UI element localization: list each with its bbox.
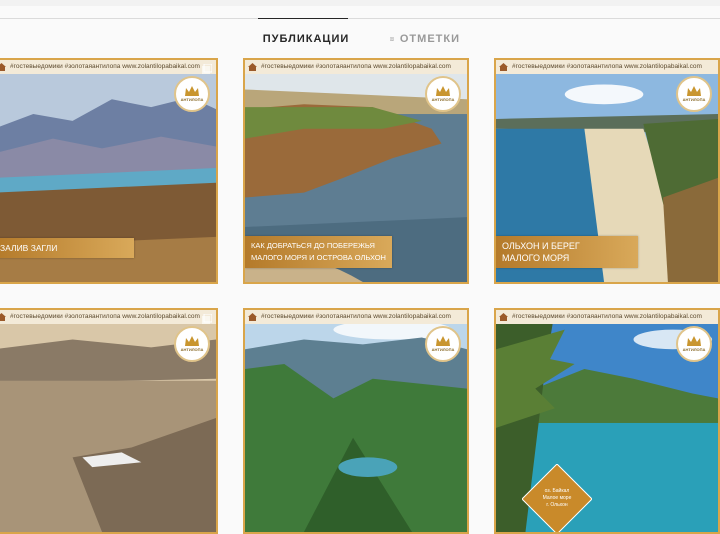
hashtag-text: #гостевыедомики #золотаяантилопа www.zol… [512,313,702,320]
post-tile[interactable]: #гостевыедомики #золотаяантилопа www.zol… [0,308,218,534]
brand-logo: АНТИЛОПА [425,76,461,112]
brand-logo: АНТИЛОПА [425,326,461,362]
post-tile[interactable]: #гостевыедомики #золотаяантилопа www.zol… [494,308,720,534]
tab-tagged-label: ОТМЕТКИ [399,33,460,45]
house-icon [0,313,6,321]
hashtag-bar: #гостевыедомики #золотаяантилопа www.zol… [0,60,216,74]
house-icon [499,313,508,321]
hashtag-text: #гостевыедомики #золотаяантилопа www.zol… [10,313,200,320]
house-icon [248,63,257,71]
post-caption: ОЛЬХОН И БЕРЕГ МАЛОГО МОРЯ [496,236,638,268]
crown-icon [185,86,199,96]
post-tile[interactable]: #гостевыедомики #золотаяантилопа www.zol… [0,58,218,284]
brand-logo: АНТИЛОПА [174,76,210,112]
crown-icon [687,86,701,96]
logo-text: АНТИЛОПА [431,347,455,352]
hashtag-text: #гостевыедомики #золотаяантилопа www.zol… [10,63,200,70]
post-caption: КАК ДОБРАТЬСЯ ДО ПОБЕРЕЖЬЯ МАЛОГО МОРЯ И… [245,236,392,268]
house-icon [248,313,257,321]
tab-publications-label: ПУБЛИКАЦИИ [262,33,350,45]
location-badge-text: оз. Байкал Малое море г. Ольхон [542,488,572,508]
hashtag-text: #гостевыедомики #золотаяантилопа www.zol… [261,63,451,70]
logo-text: АНТИЛОПА [682,347,706,352]
logo-text: АНТИЛОПА [431,97,455,102]
tab-tagged[interactable]: ОТМЕТКИ [390,19,460,59]
header-strip [0,0,720,6]
hashtag-text: #гостевыедомики #золотаяантилопа www.zol… [261,313,451,320]
post-caption: ЗАЛИВ ЗАГЛИ [0,238,134,258]
crown-icon [185,336,199,346]
crown-icon [687,336,701,346]
hashtag-bar: #гостевыедомики #золотаяантилопа www.zol… [245,60,467,74]
brand-logo: АНТИЛОПА [174,326,210,362]
tab-publications[interactable]: ПУБЛИКАЦИИ [258,18,348,59]
post-tile[interactable]: #гостевыедомики #золотаяантилопа www.zol… [494,58,720,284]
carousel-icon [202,64,212,74]
logo-text: АНТИЛОПА [180,347,204,352]
hashtag-bar: #гостевыедомики #золотаяантилопа www.zol… [496,60,718,74]
hashtag-bar: #гостевыедомики #золотаяантилопа www.zol… [245,310,467,324]
hashtag-bar: #гостевыедомики #золотаяантилопа www.zol… [496,310,718,324]
house-icon [0,63,6,71]
logo-text: АНТИЛОПА [180,97,204,102]
hashtag-text: #гостевыедомики #золотаяантилопа www.zol… [512,63,702,70]
tag-icon [390,37,394,41]
brand-logo: АНТИЛОПА [676,76,712,112]
brand-logo: АНТИЛОПА [676,326,712,362]
house-icon [499,63,508,71]
post-tile[interactable]: #гостевыедомики #золотаяантилопа www.zol… [243,58,469,284]
carousel-icon [202,314,212,324]
crown-icon [436,336,450,346]
profile-tabs: ПУБЛИКАЦИИ ОТМЕТКИ [0,18,720,59]
logo-text: АНТИЛОПА [682,97,706,102]
hashtag-bar: #гостевыедомики #золотаяантилопа www.zol… [0,310,216,324]
post-tile[interactable]: #гостевыедомики #золотаяантилопа www.zol… [243,308,469,534]
crown-icon [436,86,450,96]
